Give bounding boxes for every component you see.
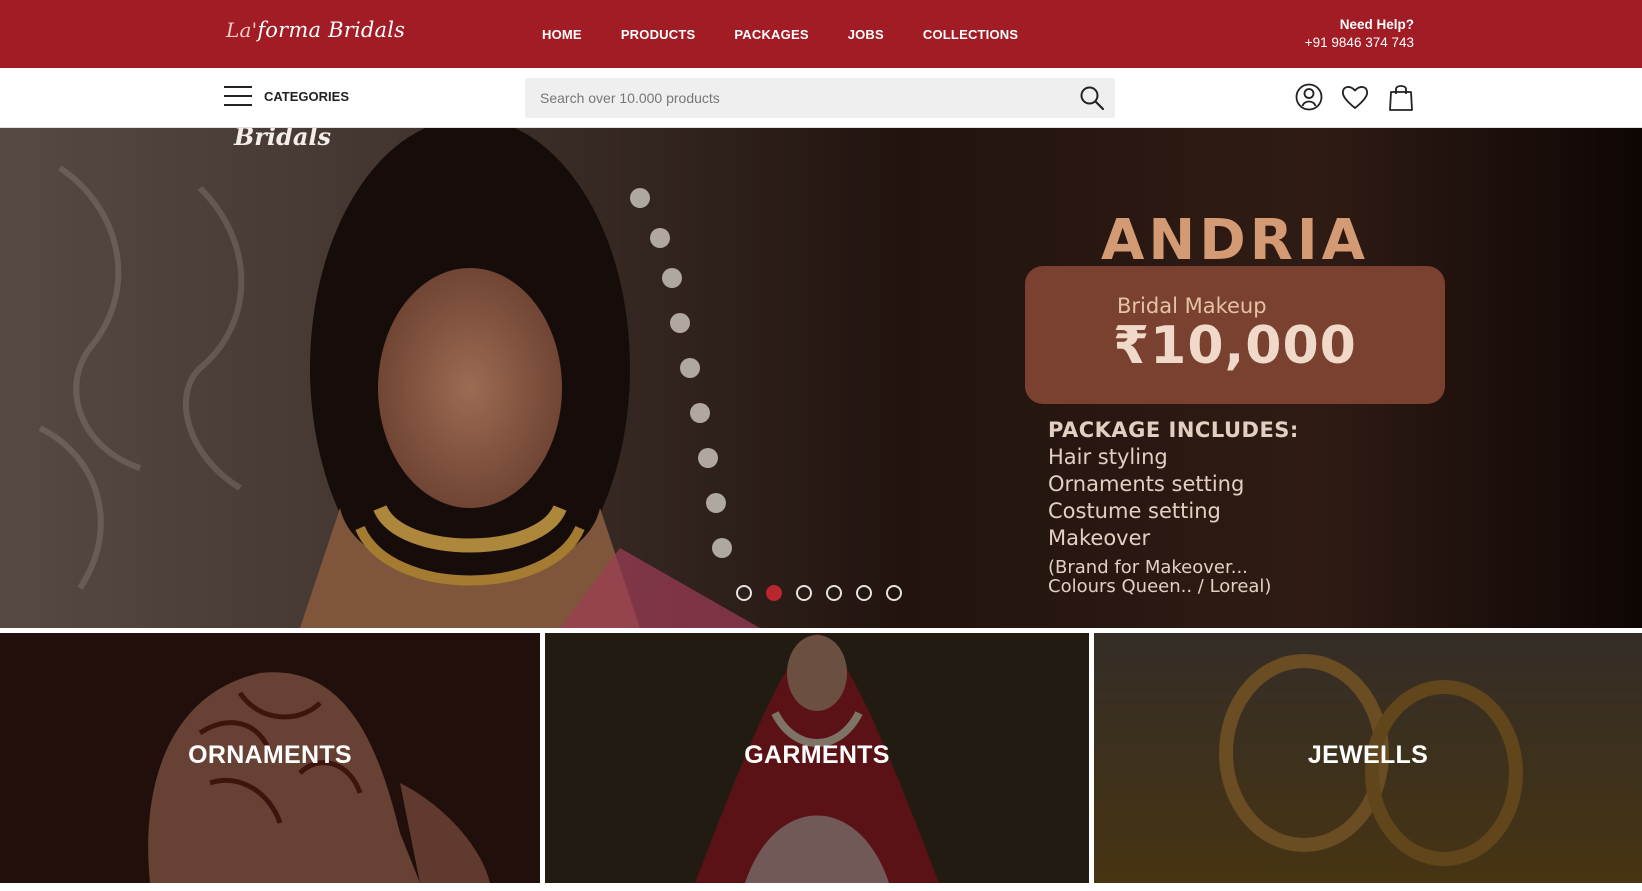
slide-dot-2[interactable] [766,585,782,601]
menu-icon [224,85,252,107]
help-contact: Need Help? +91 9846 374 743 [1305,16,1414,52]
nav-products[interactable]: PRODUCTS [621,27,696,42]
cart-button[interactable] [1386,82,1416,112]
slide-dot-6[interactable] [886,585,902,601]
tile-label: GARMENTS [744,741,890,769]
top-bar: La'forma Bridals HOME PRODUCTS PACKAGES … [0,0,1642,68]
promo-title: ANDRIA [1101,208,1369,273]
nav-home[interactable]: HOME [542,27,582,42]
logo-prefix: La' [226,18,258,42]
package-item: Makeover [1048,526,1151,550]
package-heading: PACKAGE INCLUDES: [1048,418,1299,442]
help-phone[interactable]: +91 9846 374 743 [1305,34,1414,52]
tile-label: ORNAMENTS [188,741,352,769]
promo-price-box: Bridal Makeup ₹10,000 [1025,266,1445,404]
nav-jobs[interactable]: JOBS [848,27,884,42]
categories-label: CATEGORIES [264,88,349,104]
package-item: Costume setting [1048,499,1221,523]
search-icon [1080,86,1105,111]
search-bar [525,78,1115,118]
categories-menu-button[interactable]: CATEGORIES [224,85,349,107]
account-button[interactable] [1294,82,1324,112]
nav-packages[interactable]: PACKAGES [734,27,808,42]
nav-collections[interactable]: COLLECTIONS [923,27,1018,42]
hero-slider: Bridals ANDRIA Bridal Makeup ₹10,000 PAC… [0,128,1642,628]
package-includes: PACKAGE INCLUDES: Hair styling Ornaments… [1048,418,1299,596]
tile-ornaments[interactable]: ORNAMENTS [0,633,540,883]
hero-brand-watermark: Bridals [234,128,332,151]
main-nav: HOME PRODUCTS PACKAGES JOBS COLLECTIONS [542,0,1057,68]
user-icon [1295,83,1323,111]
help-title: Need Help? [1339,17,1414,32]
slider-dots [736,585,916,601]
tile-jewells[interactable]: JEWELLS [1094,633,1642,883]
search-input[interactable] [525,78,1065,118]
slide-dot-1[interactable] [736,585,752,601]
package-note: (Brand for Makeover... [1048,557,1248,578]
slide-dot-3[interactable] [796,585,812,601]
heart-icon [1341,86,1369,109]
user-actions [1294,82,1432,112]
wishlist-button[interactable] [1340,82,1370,112]
logo-text: forma Bridals [257,18,406,42]
category-tiles: ORNAMENTS GARMENTS JEWELLS [0,633,1642,883]
package-item: Ornaments setting [1048,472,1245,496]
tile-garments[interactable]: GARMENTS [545,633,1089,883]
site-logo[interactable]: La'forma Bridals [226,18,405,42]
package-note: Colours Queen.. / Loreal) [1048,576,1272,597]
promo-price: ₹10,000 [1113,316,1357,376]
slide-dot-5[interactable] [856,585,872,601]
tile-label: JEWELLS [1307,741,1429,769]
package-item: Hair styling [1048,445,1168,469]
slide-dot-4[interactable] [826,585,842,601]
toolbar: CATEGORIES [0,68,1642,128]
search-button[interactable] [1079,85,1105,111]
promo-label: Bridal Makeup [1117,294,1267,318]
bag-icon [1389,85,1413,111]
